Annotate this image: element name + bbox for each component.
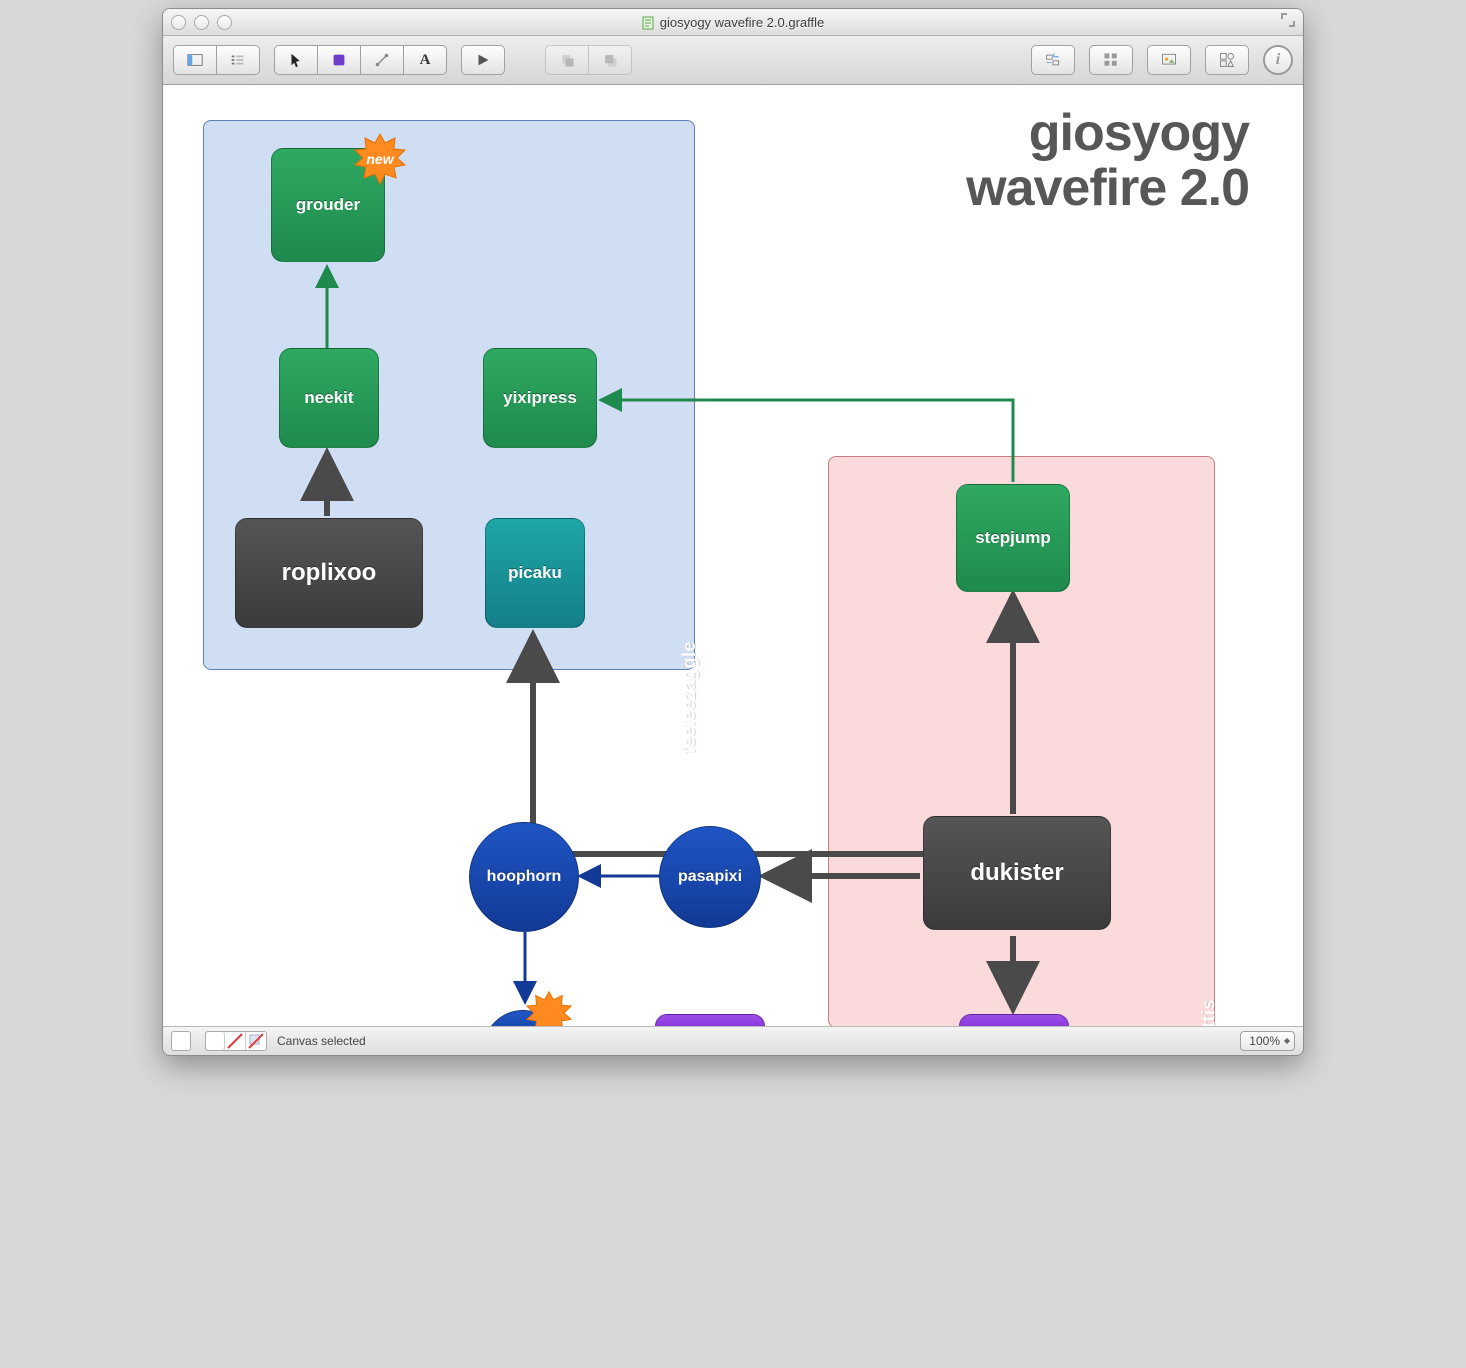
node-yixipress[interactable]: yixipress — [483, 348, 597, 448]
app-window: giosyogy wavefire 2.0.graffle — [162, 8, 1304, 1056]
presentation-group[interactable] — [461, 45, 505, 75]
selection-tool-button[interactable] — [274, 45, 318, 75]
node-pasapixi-label: pasapixi — [678, 868, 742, 886]
stencils-button[interactable] — [1205, 45, 1249, 75]
canvas-area[interactable]: giosyogy wavefire 2.0 feeleezaggle viott… — [163, 85, 1303, 1026]
tool-group[interactable]: A — [274, 45, 447, 75]
info-button[interactable]: i — [1263, 45, 1293, 75]
titlebar: giosyogy wavefire 2.0.graffle — [163, 9, 1303, 36]
badge-new-label: new — [366, 151, 393, 167]
minimize-icon[interactable] — [194, 15, 209, 30]
node-neekit[interactable]: neekit — [279, 348, 379, 448]
node-dukister-label: dukister — [970, 859, 1063, 887]
node-yixipress-label: yixipress — [503, 388, 577, 408]
text-tool-button[interactable]: A — [404, 45, 447, 75]
group-feeleezaggle-label: feeleezaggle — [679, 641, 700, 754]
status-message: Canvas selected — [277, 1034, 366, 1048]
bring-front-button[interactable] — [545, 45, 589, 75]
stroke-swatch[interactable] — [206, 1032, 225, 1050]
node-picaku[interactable]: picaku — [485, 518, 585, 628]
badge-new-partial — [525, 990, 573, 1026]
document-icon — [642, 16, 656, 30]
canvas[interactable]: giosyogy wavefire 2.0 feeleezaggle viott… — [163, 86, 1275, 1026]
node-picaku-label: picaku — [508, 563, 562, 583]
node-hoophorn-label: hoophorn — [487, 868, 562, 886]
node-stepjump[interactable]: stepjump — [956, 484, 1070, 592]
send-back-button[interactable] — [589, 45, 632, 75]
window-controls — [171, 15, 232, 30]
node-roplixoo[interactable]: roplixoo — [235, 518, 423, 628]
left-sidebar-button[interactable] — [173, 45, 217, 75]
diagram-title: giosyogy wavefire 2.0 — [966, 106, 1249, 215]
node-grouder-label: grouder — [296, 195, 360, 215]
zoom-value[interactable]: 100% — [1240, 1031, 1295, 1051]
badge-new-grouder: new — [353, 132, 407, 186]
guides-button[interactable] — [1031, 45, 1075, 75]
fullscreen-icon[interactable] — [1281, 13, 1295, 32]
node-purple-partial-1[interactable] — [655, 1014, 765, 1026]
node-roplixoo-label: roplixoo — [282, 559, 377, 587]
sidebar-toggle-group[interactable] — [173, 45, 260, 75]
no-shadow-swatch[interactable] — [245, 1032, 266, 1050]
outline-sidebar-button[interactable] — [217, 45, 260, 75]
window-title: giosyogy wavefire 2.0.graffle — [163, 15, 1303, 30]
line-tool-button[interactable] — [361, 45, 404, 75]
diagram-title-line2: wavefire 2.0 — [966, 161, 1249, 216]
statusbar: Canvas selected 100% — [163, 1026, 1303, 1055]
node-dukister[interactable]: dukister — [923, 816, 1111, 930]
presentation-button[interactable] — [461, 45, 505, 75]
canvas-size-button[interactable] — [1147, 45, 1191, 75]
diagram-title-line1: giosyogy — [966, 106, 1249, 161]
close-icon[interactable] — [171, 15, 186, 30]
shape-tool-button[interactable] — [318, 45, 361, 75]
node-hoophorn[interactable]: hoophorn — [469, 822, 579, 932]
toolbar: A — [163, 36, 1303, 85]
node-neekit-label: neekit — [304, 388, 353, 408]
arrange-group[interactable] — [545, 45, 632, 75]
no-stroke-swatch[interactable] — [225, 1032, 245, 1050]
fill-swatch[interactable] — [171, 1031, 191, 1051]
zoom-icon[interactable] — [217, 15, 232, 30]
node-pasapixi[interactable]: pasapixi — [659, 826, 761, 928]
window-title-text: giosyogy wavefire 2.0.graffle — [660, 15, 825, 30]
group-viottis-label: viottis — [1199, 999, 1220, 1026]
grid-button[interactable] — [1089, 45, 1133, 75]
node-stepjump-label: stepjump — [975, 528, 1051, 548]
node-purple-partial-2[interactable] — [959, 1014, 1069, 1026]
zoom-control[interactable]: 100% — [1240, 1031, 1295, 1051]
